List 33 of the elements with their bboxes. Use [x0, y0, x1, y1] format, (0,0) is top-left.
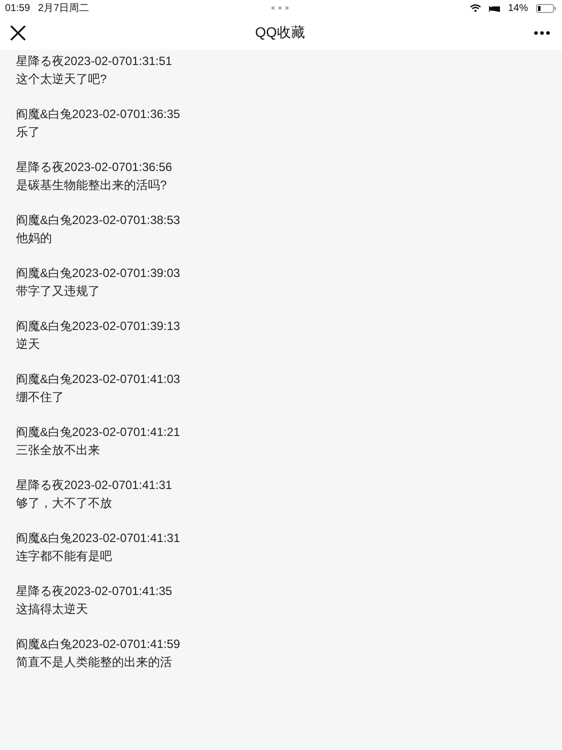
- message-text: 是碳基生物能整出来的活吗?: [16, 177, 168, 193]
- message-text: 带字了又违规了: [16, 283, 101, 299]
- message-header: 阎魔&白兔2023-02-0701:39:03: [16, 265, 182, 281]
- wifi-icon: [470, 4, 481, 12]
- date-text: 2月7日周二: [38, 2, 90, 15]
- message-text: 绷不住了: [16, 389, 65, 405]
- battery-icon: [536, 4, 556, 12]
- message-text: 乐了: [16, 124, 41, 140]
- message-header: 阎魔&白兔2023-02-0701:41:59: [16, 636, 182, 652]
- message-text: 简直不是人类能整的出来的活: [16, 654, 173, 670]
- message-header: 星降る夜2023-02-0701:31:51: [16, 53, 174, 69]
- message-header: 阎魔&白兔2023-02-0701:36:35: [16, 106, 182, 122]
- message-text: 逆天: [16, 336, 41, 352]
- message-header: 阎魔&白兔2023-02-0701:41:03: [16, 371, 182, 387]
- message-text: 这个太逆天了吧?: [16, 71, 108, 87]
- message-header: 星降る夜2023-02-0701:41:35: [16, 583, 174, 599]
- clock-time: 01:59: [5, 2, 30, 14]
- page-title: QQ收藏: [254, 24, 306, 42]
- message-text: 他妈的: [16, 230, 53, 246]
- message-header: 阎魔&白兔2023-02-0701:39:13: [16, 318, 182, 334]
- dots-icon: [270, 6, 289, 10]
- message-text: 三张全放不出来: [16, 442, 101, 458]
- message-header: 星降る夜2023-02-0701:36:56: [16, 159, 174, 175]
- close-icon[interactable]: [10, 25, 26, 41]
- battery-percent: 14%: [508, 2, 528, 14]
- message-header: 星降る夜2023-02-0701:41:31: [16, 477, 174, 493]
- message-header: 阎魔&白兔2023-02-0701:41:31: [16, 530, 182, 546]
- message-text: 连字都不能有是吧: [16, 548, 113, 564]
- message-text: 这搞得太逆天: [16, 601, 89, 617]
- message-header: 阎魔&白兔2023-02-0701:41:21: [16, 424, 182, 440]
- more-icon[interactable]: [534, 31, 550, 35]
- message-header: 阎魔&白兔2023-02-0701:38:53: [16, 212, 182, 228]
- message-text: 够了，大不了不放: [16, 495, 113, 511]
